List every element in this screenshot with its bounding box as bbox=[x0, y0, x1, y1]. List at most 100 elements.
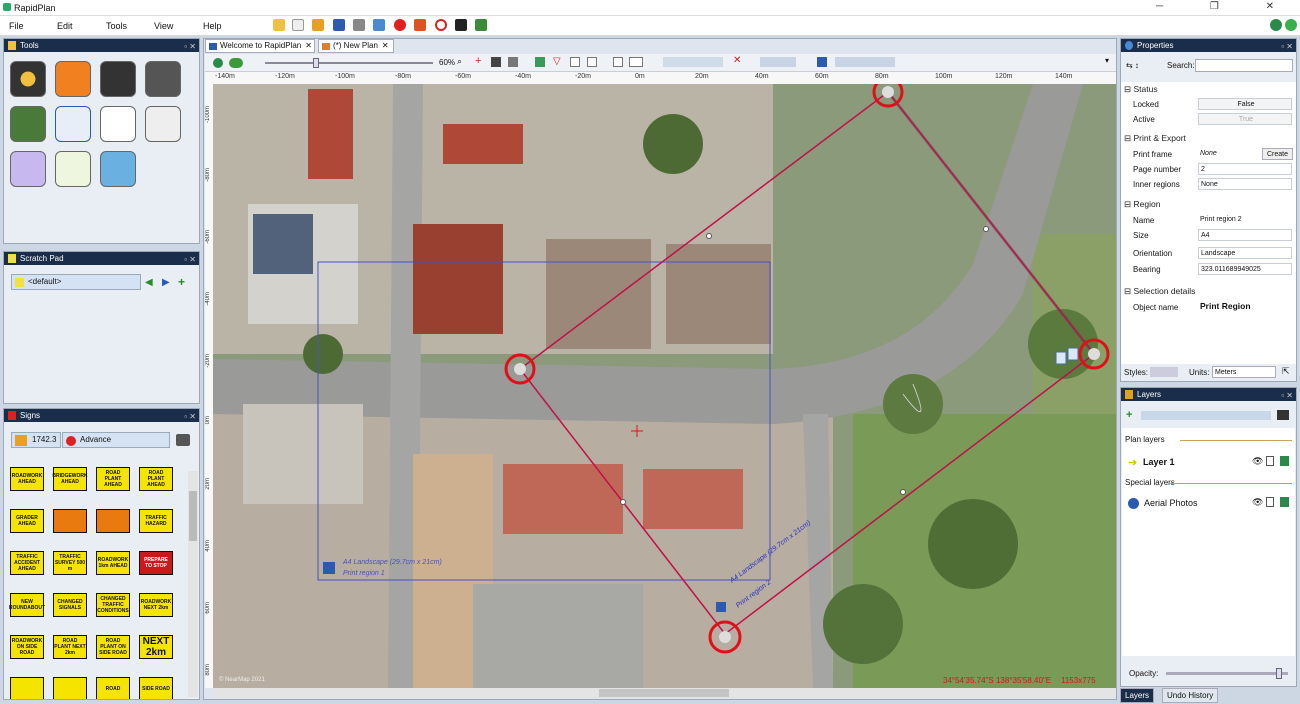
sign-mode-select[interactable]: Advance bbox=[62, 432, 170, 448]
sign-item[interactable]: TRAFFIC HAZARD bbox=[139, 509, 173, 533]
globe-icon[interactable] bbox=[213, 58, 223, 68]
sign-item[interactable]: ROAD PLANT AHEAD bbox=[96, 467, 130, 491]
section-status[interactable]: ⊟ Status bbox=[1124, 84, 1158, 95]
tool-measure-icon[interactable] bbox=[100, 106, 136, 142]
styles-icons[interactable] bbox=[1150, 367, 1178, 377]
properties-search-input[interactable] bbox=[1195, 59, 1293, 72]
tool-arrow-board-icon[interactable] bbox=[100, 61, 136, 97]
menu-edit[interactable]: Edit bbox=[57, 21, 73, 31]
panel-menu-icon[interactable]: ▾ bbox=[1105, 56, 1109, 65]
menu-file[interactable]: File bbox=[9, 21, 24, 31]
sign-item[interactable]: ROAD PLANT NEXT 2km bbox=[53, 635, 87, 659]
close-red-icon[interactable] bbox=[394, 19, 406, 31]
units-select[interactable]: Meters bbox=[1212, 366, 1276, 378]
new-icon[interactable] bbox=[273, 19, 285, 31]
name-value[interactable]: Print region 2 bbox=[1198, 214, 1292, 226]
scratch-select[interactable]: <default> bbox=[11, 274, 141, 290]
road-tool-icon[interactable] bbox=[508, 57, 518, 67]
forward-arrow-icon[interactable]: ▶ bbox=[162, 277, 170, 288]
tab-new-plan[interactable]: (*) New Plan ✕ bbox=[318, 39, 394, 53]
panel-close-icon[interactable]: ▫ ✕ bbox=[184, 40, 196, 53]
sign-item[interactable]: ROAD bbox=[96, 677, 130, 699]
zoom-slider[interactable] bbox=[265, 58, 433, 68]
map-canvas[interactable]: A4 Landscape (29.7cm x 21cm) Print regio… bbox=[213, 84, 1116, 688]
sign-item[interactable]: PREPARE TO STOP bbox=[139, 551, 173, 575]
open-icon[interactable] bbox=[312, 19, 324, 31]
add-icon[interactable]: + bbox=[178, 275, 185, 289]
section-region[interactable]: ⊟ Region bbox=[1124, 199, 1160, 210]
signs-scrollbar[interactable] bbox=[188, 471, 198, 697]
inner-regions-select[interactable]: None bbox=[1198, 178, 1292, 190]
panel-close-icon[interactable]: ▫ ✕ bbox=[1281, 389, 1293, 402]
tool-curve-icon[interactable] bbox=[145, 106, 181, 142]
check-icon[interactable] bbox=[455, 19, 467, 31]
target-icon[interactable] bbox=[435, 19, 447, 31]
sign-item[interactable] bbox=[53, 677, 87, 699]
panel-close-icon[interactable]: ▫ ✕ bbox=[1281, 40, 1293, 53]
map-horizontal-scrollbar[interactable] bbox=[213, 688, 1116, 698]
eye-icon[interactable]: 👁 bbox=[1252, 456, 1263, 467]
panel-close-icon[interactable]: ▫ ✕ bbox=[184, 410, 196, 423]
opacity-slider-thumb[interactable] bbox=[1276, 668, 1282, 679]
tab-close-icon[interactable]: ✕ bbox=[305, 41, 312, 50]
layer-bar-icon[interactable] bbox=[1277, 410, 1289, 420]
map-scroll-thumb[interactable] bbox=[599, 689, 729, 697]
tab-layers[interactable]: Layers bbox=[1120, 688, 1155, 703]
sort-icon[interactable]: ⇆ ↕ bbox=[1126, 61, 1139, 70]
sign-item[interactable]: ROAD PLANT AHEAD bbox=[139, 467, 173, 491]
tab-undo-history[interactable]: Undo History bbox=[1162, 688, 1219, 703]
tools-icon[interactable] bbox=[414, 19, 426, 31]
sign-item[interactable] bbox=[96, 509, 130, 533]
menu-view[interactable]: View bbox=[154, 21, 173, 31]
bearing-input[interactable]: 323.011689949025 bbox=[1198, 263, 1292, 275]
sign-item[interactable]: TRAFFIC ACCIDENT AHEAD bbox=[10, 551, 44, 575]
print-icon[interactable] bbox=[353, 19, 365, 31]
sign-item[interactable]: SIDE ROAD bbox=[139, 677, 173, 699]
page-options-icon[interactable] bbox=[629, 57, 643, 67]
add-layer-icon[interactable]: + bbox=[1126, 409, 1132, 421]
map-source-icon[interactable] bbox=[229, 58, 243, 68]
sign-item[interactable]: CHANGED SIGNALS bbox=[53, 593, 87, 617]
page-icon[interactable] bbox=[613, 57, 623, 67]
sign-item[interactable]: ROADWORK AHEAD bbox=[10, 467, 44, 491]
menu-help[interactable]: Help bbox=[203, 21, 222, 31]
sign-item[interactable]: CHANGED TRAFFIC CONDITIONS bbox=[96, 593, 130, 617]
sign-item[interactable]: ROADWORK 1km AHEAD bbox=[96, 551, 130, 575]
layer-tools-icon[interactable] bbox=[1141, 411, 1271, 420]
tool-road-icon[interactable] bbox=[145, 61, 181, 97]
sign-item[interactable]: NEW ROUNDABOUT bbox=[9, 593, 45, 617]
sign-item[interactable]: ROADWORK ON SIDE ROAD bbox=[10, 635, 44, 659]
locked-value[interactable]: False bbox=[1198, 98, 1292, 110]
tool-road-segment-icon[interactable] bbox=[10, 106, 46, 142]
vehicle-icon[interactable] bbox=[817, 57, 827, 67]
active-value[interactable]: True bbox=[1198, 113, 1292, 125]
print-layer-icon[interactable] bbox=[1280, 456, 1289, 466]
section-selection[interactable]: ⊟ Selection details bbox=[1124, 286, 1195, 297]
delete-icon[interactable]: ✕ bbox=[733, 55, 741, 66]
status-ok-icon[interactable] bbox=[1285, 19, 1297, 31]
tab-welcome[interactable]: Welcome to RapidPlan ✕ bbox=[205, 39, 315, 53]
crosshair-icon[interactable]: + bbox=[475, 55, 481, 67]
orientation-select[interactable]: Landscape bbox=[1198, 247, 1292, 259]
tool-shape-icon[interactable] bbox=[10, 151, 46, 187]
sign-item[interactable]: TRAFFIC SURVEY 500 m bbox=[53, 551, 87, 575]
section-print-export[interactable]: ⊟ Print & Export bbox=[1124, 133, 1186, 144]
sign-item[interactable]: ROAD PLANT ON SIDE ROAD bbox=[96, 635, 130, 659]
sign-item[interactable]: BRIDGEWORK AHEAD bbox=[52, 467, 88, 491]
lock-icon[interactable] bbox=[1266, 456, 1274, 466]
magnifier-icon[interactable]: ⌕ bbox=[457, 56, 462, 67]
save-icon[interactable] bbox=[333, 19, 345, 31]
blank-page-icon[interactable] bbox=[292, 19, 304, 31]
sign-item[interactable] bbox=[10, 677, 44, 699]
panel-close-icon[interactable]: ▫ ✕ bbox=[184, 253, 196, 266]
grid-icon[interactable] bbox=[570, 57, 580, 67]
sign-item[interactable]: GRADER AHEAD bbox=[10, 509, 44, 533]
tab-close-icon[interactable]: ✕ bbox=[382, 41, 389, 50]
sign-item[interactable]: ROADWORK NEXT 2km bbox=[139, 593, 173, 617]
create-button[interactable]: Create bbox=[1262, 148, 1293, 160]
align-tools-icon[interactable] bbox=[663, 57, 723, 67]
tool-image-icon[interactable] bbox=[100, 151, 136, 187]
back-arrow-icon[interactable]: ◀ bbox=[145, 277, 153, 288]
menu-tools[interactable]: Tools bbox=[106, 21, 127, 31]
filter-icon[interactable]: ▽ bbox=[553, 56, 561, 67]
